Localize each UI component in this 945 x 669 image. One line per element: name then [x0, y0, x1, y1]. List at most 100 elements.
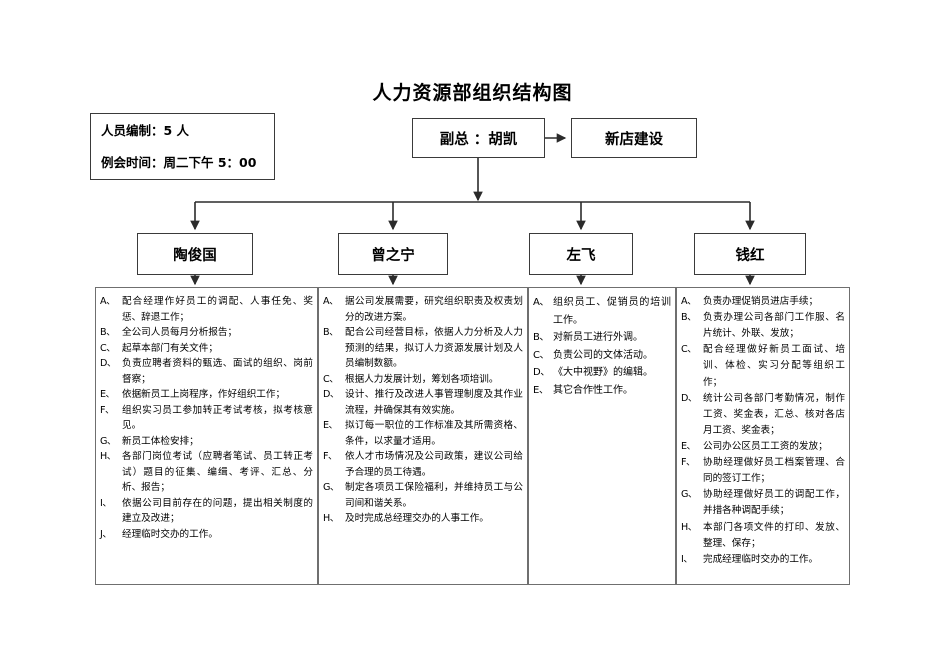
staffing-info-box: 人员编制：5 人 例会时间：周二下午 5：00 — [90, 113, 275, 180]
duty-item-marker: F、 — [323, 451, 338, 463]
duty-item: B、 全公司人员每月分析报告； — [100, 325, 313, 341]
duty-item: D、 设计、推行及改进人事管理制度及其作业流程，并确保其有效实施。 — [323, 387, 523, 418]
duty-item-marker: B、 — [100, 327, 116, 339]
duty-item: A、 组织员工、促销员的培训工作。 — [533, 294, 671, 329]
duties-column-zengzhining: A、 据公司发展需要，研究组织职责及权责划分的改进方案。 B、 配合公司经营目标，依据… — [318, 287, 528, 585]
manager-box-taojunguo[interactable]: 陶俊国 — [137, 233, 253, 275]
duty-item-text: 依人才市场情况及公司政策，建议公司给予合理的员工待遇。 — [345, 451, 523, 478]
duty-item-text: 协助经理做好员工档案管理、合同的签订工作； — [703, 457, 845, 485]
duty-item-marker: A、 — [681, 296, 697, 307]
duty-item-text: 起草本部门有关文件； — [122, 342, 218, 354]
duty-item-marker: A、 — [100, 296, 116, 307]
manager-box-zuofei[interactable]: 左飞 — [529, 233, 633, 275]
page-title: 人力资源部组织结构图 — [372, 82, 573, 104]
duty-item-marker: H、 — [100, 451, 116, 463]
duty-item: B、 配合公司经营目标，依据人力分析及人力预测的结果，拟订人力资源发展计划及人员编… — [323, 325, 523, 372]
duty-item: C、 起草本部门有关文件； — [100, 341, 313, 357]
duty-item-marker: I、 — [100, 497, 112, 509]
manager-box-zengzhining[interactable]: 曾之宁 — [338, 233, 448, 275]
duty-item-text: 负责应聘者资料的甄选、面试的组织、岗前督察； — [122, 358, 313, 385]
duty-item-text: 完成经理临时交办的工作。 — [703, 553, 819, 565]
duty-item: E、 其它合作性工作。 — [533, 382, 671, 400]
new-store-construction-box[interactable]: 新店建设 — [571, 118, 697, 158]
duty-item-text: 依据公司目前存在的问题，提出相关制度的建立及改进； — [122, 497, 313, 525]
duty-item-marker: E、 — [323, 420, 338, 432]
duty-item-text: 制定各项员工保险福利，并维持员工与公司间和谐关系。 — [345, 482, 523, 509]
duty-item: A、 配合经理作好员工的调配、人事任免、奖惩、辞退工作； — [100, 294, 313, 325]
duty-item-marker: I、 — [681, 553, 693, 565]
manager-box-qianhong[interactable]: 钱红 — [694, 233, 806, 275]
duty-item-text: 组织实习员工参加转正考试考核，拟考核意见。 — [122, 404, 313, 432]
duty-item: F、 协助经理做好员工档案管理、合同的签订工作； — [681, 455, 845, 487]
duty-item-marker: E、 — [533, 384, 549, 396]
headcount-line: 人员编制：5 人 — [101, 123, 190, 138]
duty-item: B、 对新员工进行外调。 — [533, 329, 671, 347]
duty-item: I、 依据公司目前存在的问题，提出相关制度的建立及改进； — [100, 496, 313, 527]
duty-item-text: 组织员工、促销员的培训工作。 — [553, 297, 671, 326]
duty-item-text: 经理临时交办的工作。 — [122, 528, 218, 540]
duty-item: D、 统计公司各部门考勤情况，制作工资、奖金表，汇总、核对各店月工资、奖金表； — [681, 391, 845, 439]
duty-item-text: 各部门岗位考试（应聘者笔试、员工转正考试）题目的征集、编缉、考评、汇总、分析、报… — [122, 451, 313, 494]
duty-item-text: 本部门各项文件的打印、发放、整理、保存； — [703, 521, 845, 549]
duty-item-text: 及时完成总经理交办的人事工作。 — [345, 513, 489, 525]
duty-item-marker: C、 — [681, 344, 697, 356]
duty-item-marker: H、 — [323, 513, 339, 525]
duty-item: A、 据公司发展需要，研究组织职责及权责划分的改进方案。 — [323, 294, 523, 325]
duty-item-text: 拟订每一职位的工作标准及其所需资格、条件，以求量才适用。 — [345, 420, 523, 447]
duty-item-marker: G、 — [323, 482, 340, 494]
duty-item-text: 其它合作性工作。 — [553, 384, 633, 396]
duty-item-marker: F、 — [681, 457, 696, 469]
duty-item-marker: E、 — [100, 389, 115, 401]
vice-president-box[interactable]: 副总 ：胡凯 — [412, 118, 545, 158]
duty-item-marker: D、 — [100, 358, 116, 370]
duty-item-text: 配合经理做好新员工面试、培训、体检、实习分配等组织工作； — [703, 344, 845, 388]
duty-item-marker: B、 — [681, 312, 697, 324]
duty-item-text: 新员工体检安排； — [122, 435, 199, 447]
duty-item-marker: B、 — [323, 327, 339, 339]
duty-item: D、 负责应聘者资料的甄选、面试的组织、岗前督察； — [100, 356, 313, 387]
duty-item-marker: G、 — [100, 435, 117, 447]
duty-item: I、 完成经理临时交办的工作。 — [681, 552, 845, 568]
duty-item: C、 根据人力发展计划，筹划各项培训。 — [323, 372, 523, 388]
duty-item-text: 负责公司的文体活动。 — [553, 349, 653, 361]
duty-item: G、 制定各项员工保险福利，并维持员工与公司间和谐关系。 — [323, 480, 523, 511]
duty-item-marker: B、 — [533, 332, 549, 343]
duty-item: E、 拟订每一职位的工作标准及其所需资格、条件，以求量才适用。 — [323, 418, 523, 449]
duty-item: F、 依人才市场情况及公司政策，建议公司给予合理的员工待遇。 — [323, 449, 523, 480]
duty-item: E、 依据新员工上岗程序，作好组织工作； — [100, 387, 313, 403]
duty-item: E、 公司办公区员工工资的发放； — [681, 439, 845, 455]
duty-item-marker: D、 — [323, 389, 339, 401]
duty-item-marker: F、 — [100, 404, 115, 416]
duty-item-text: 对新员工进行外调。 — [553, 332, 643, 343]
duty-item: F、 组织实习员工参加转正考试考核，拟考核意见。 — [100, 403, 313, 434]
duty-item-text: 公司办公区员工工资的发放； — [703, 440, 828, 452]
duties-column-taojunguo: A、 配合经理作好员工的调配、人事任免、奖惩、辞退工作； B、 全公司人员每月分析报告… — [95, 287, 318, 585]
duty-item-marker: H、 — [681, 521, 697, 533]
duty-item-text: 《大中视野》的编辑。 — [553, 367, 653, 378]
duty-item-text: 根据人力发展计划，筹划各项培训。 — [345, 373, 499, 385]
duty-item: J、 经理临时交办的工作。 — [100, 527, 313, 543]
duty-item-text: 配合公司经营目标，依据人力分析及人力预测的结果，拟订人力资源发展计划及人员编制数… — [345, 327, 523, 370]
duty-item-text: 配合经理作好员工的调配、人事任免、奖惩、辞退工作； — [122, 296, 313, 323]
duties-column-zuofei: A、 组织员工、促销员的培训工作。 B、 对新员工进行外调。 C、 负责公司的文体活动。 D… — [528, 287, 676, 585]
duty-item-marker: D、 — [681, 392, 697, 404]
duty-item: C、 配合经理做好新员工面试、培训、体检、实习分配等组织工作； — [681, 342, 845, 390]
duty-item-text: 协助经理做好员工的调配工作，并措各种调配手续； — [703, 489, 845, 517]
duty-item: A、 负责办理促销员进店手续； — [681, 294, 845, 310]
duty-item-marker: E、 — [681, 440, 696, 452]
duty-item: D、 《大中视野》的编辑。 — [533, 364, 671, 382]
duty-item: G、 协助经理做好员工的调配工作，并措各种调配手续； — [681, 487, 845, 519]
duty-item-marker: C、 — [100, 342, 116, 354]
duty-item-text: 负责办理促销员进店手续； — [703, 296, 819, 307]
duty-item: C、 负责公司的文体活动。 — [533, 347, 671, 365]
duty-item: B、 负责办理公司各部门工作服、名片统计、外联、发放； — [681, 310, 845, 342]
duty-item-marker: C、 — [533, 349, 549, 361]
duty-item: G、 新员工体检安排； — [100, 434, 313, 450]
duty-item-text: 依据新员工上岗程序，作好组织工作； — [122, 389, 286, 401]
duty-item-marker: J、 — [100, 528, 112, 540]
meeting-time-line: 例会时间：周二下午 5：00 — [101, 154, 257, 170]
duty-item-marker: C、 — [323, 373, 339, 385]
duty-item: H、 本部门各项文件的打印、发放、整理、保存； — [681, 520, 845, 552]
org-chart-canvas: 人力资源部组织结构图 人员编制：5 人 例会时间：周二下午 5：00 副总 ：胡… — [0, 0, 945, 669]
duty-item-text: 据公司发展需要，研究组织职责及权责划分的改进方案。 — [345, 296, 523, 323]
